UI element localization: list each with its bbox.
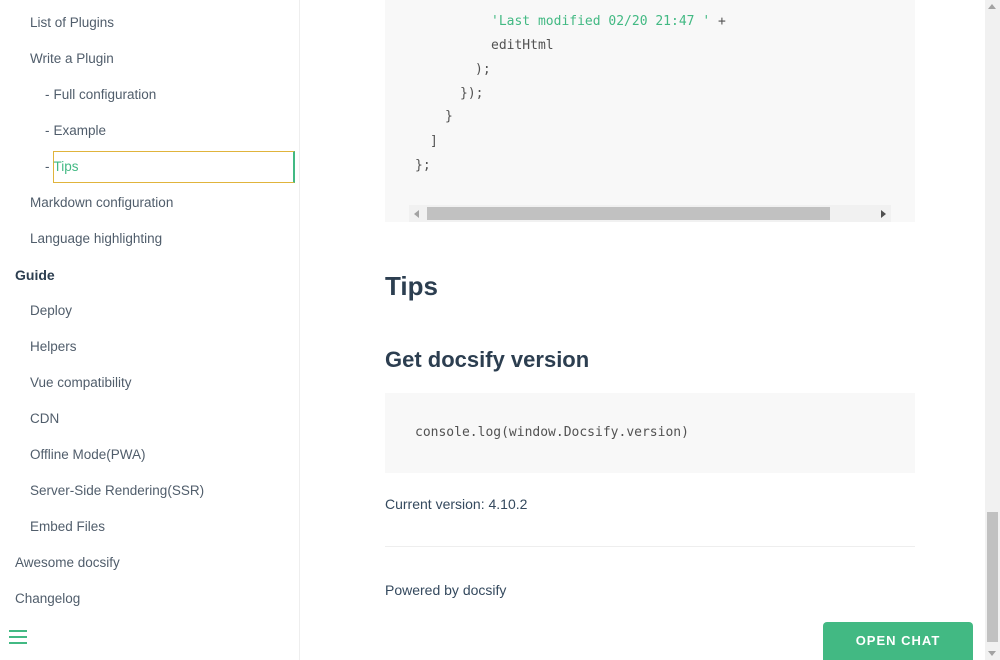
sidebar-item-label: Example — [53, 123, 107, 138]
sidebar-item-offline-mode[interactable]: Offline Mode(PWA) — [30, 445, 146, 465]
sidebar-item-list-of-plugins[interactable]: List of Plugins — [30, 13, 114, 33]
code-line: 'Last modified 02/20 21:47 ' + — [491, 14, 726, 29]
code-line: console.log(window.Docsify.version) — [415, 425, 689, 440]
main-content: 'Last modified 02/20 21:47 ' + editHtml … — [300, 0, 985, 660]
sidebar-item-changelog[interactable]: Changelog — [15, 589, 80, 609]
code-block-version: console.log(window.Docsify.version) — [385, 393, 915, 473]
code-horizontal-scrollbar[interactable] — [409, 205, 891, 222]
code-line: } — [445, 109, 453, 124]
code-line: ] — [430, 134, 438, 149]
sidebar-subitem-example[interactable]: - Example — [45, 121, 106, 141]
sidebar-item-awesome-docsify[interactable]: Awesome docsify — [15, 553, 120, 573]
sidebar-item-markdown-configuration[interactable]: Markdown configuration — [30, 193, 173, 213]
scrollbar-thumb[interactable] — [427, 207, 830, 220]
hamburger-icon[interactable] — [9, 630, 27, 646]
sidebar-section-guide: Guide — [15, 267, 55, 283]
scrollbar-thumb[interactable] — [987, 512, 998, 642]
sidebar-item-label-active: Tips — [53, 159, 79, 174]
divider — [385, 546, 915, 547]
scroll-up-arrow-icon[interactable] — [988, 4, 996, 9]
sidebar-item-deploy[interactable]: Deploy — [30, 301, 72, 321]
code-line: }; — [415, 158, 431, 173]
page-vertical-scrollbar[interactable] — [985, 0, 1000, 660]
scroll-down-arrow-icon[interactable] — [988, 651, 996, 656]
list-dash: - — [45, 87, 50, 102]
sidebar-item-helpers[interactable]: Helpers — [30, 337, 77, 357]
current-version-text: Current version: 4.10.2 — [385, 496, 528, 512]
heading-get-docsify-version: Get docsify version — [385, 347, 590, 372]
list-dash: - — [45, 123, 50, 138]
code-line: ); — [475, 62, 491, 77]
sidebar-item-language-highlighting[interactable]: Language highlighting — [30, 229, 162, 249]
sidebar-item-write-a-plugin[interactable]: Write a Plugin — [30, 49, 114, 69]
sidebar-subitem-tips[interactable]: - Tips — [45, 157, 79, 177]
code-block-plugin-example: 'Last modified 02/20 21:47 ' + editHtml … — [385, 0, 915, 222]
open-chat-button[interactable]: OPEN CHAT — [823, 622, 973, 660]
heading-tips: Tips — [385, 271, 438, 301]
code-line: }); — [460, 86, 484, 101]
sidebar-item-embed-files[interactable]: Embed Files — [30, 517, 105, 537]
powered-by-text: Powered by docsify — [385, 582, 507, 598]
scroll-right-arrow-icon[interactable] — [881, 210, 886, 218]
code-line: editHtml — [491, 38, 554, 53]
list-dash: - — [45, 159, 50, 174]
sidebar-item-vue-compatibility[interactable]: Vue compatibility — [30, 373, 132, 393]
scroll-left-arrow-icon[interactable] — [414, 210, 419, 218]
sidebar-item-cdn[interactable]: CDN — [30, 409, 59, 429]
sidebar-item-ssr[interactable]: Server-Side Rendering(SSR) — [30, 481, 204, 501]
sidebar-subitem-full-configuration[interactable]: - Full configuration — [45, 85, 156, 105]
active-item-focus-outline — [53, 151, 295, 183]
sidebar-item-label: Full configuration — [53, 87, 157, 102]
sidebar: List of Plugins Write a Plugin - Full con… — [0, 0, 300, 660]
